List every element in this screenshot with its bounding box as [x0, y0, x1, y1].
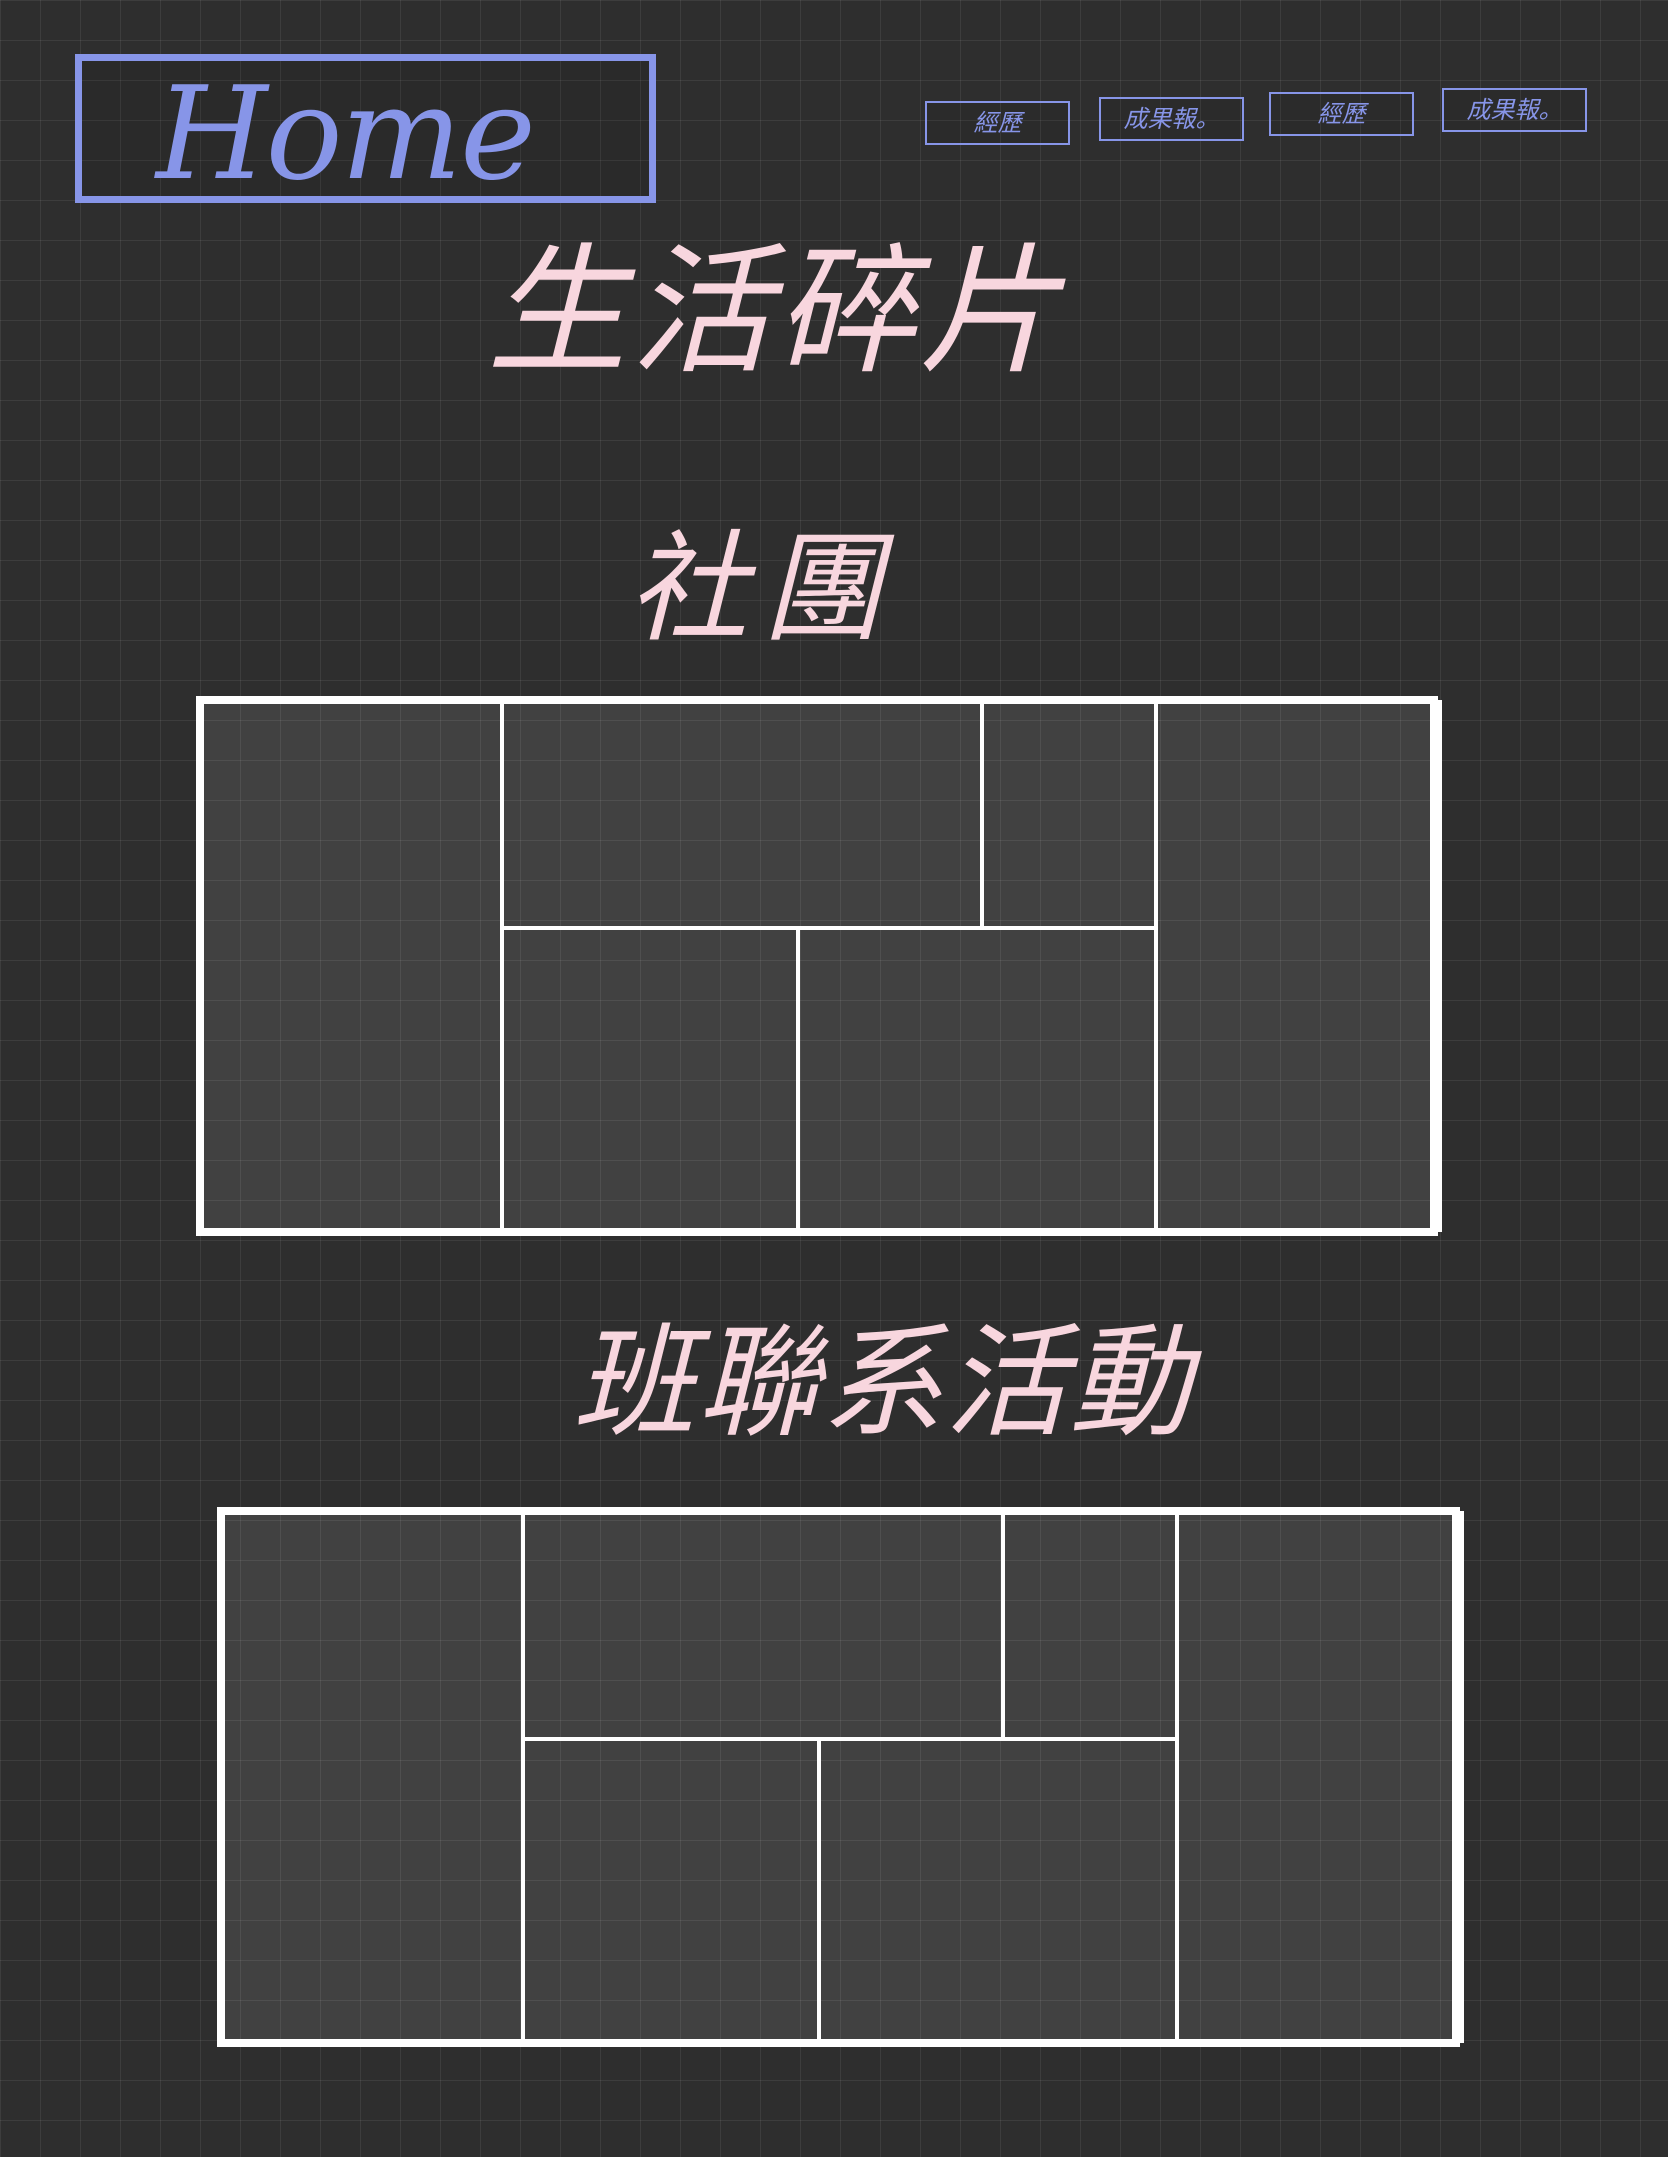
- photo-slot[interactable]: [817, 1737, 1179, 2043]
- club-photo-grid: [196, 696, 1442, 1236]
- photo-slot[interactable]: [521, 1511, 1005, 1741]
- home-button[interactable]: Home: [75, 54, 656, 209]
- tab-results-report-2[interactable]: 成果報。: [1442, 88, 1587, 132]
- class-activity-photo-grid: [217, 1507, 1464, 2047]
- photo-slot[interactable]: [500, 926, 800, 1232]
- photo-slot[interactable]: [521, 1737, 821, 2043]
- tab-experience-1[interactable]: 經歷: [925, 101, 1070, 145]
- photo-slot[interactable]: [980, 700, 1158, 930]
- photo-slot[interactable]: [1175, 1511, 1464, 2043]
- home-label: Home: [156, 60, 536, 209]
- photo-slot[interactable]: [500, 700, 984, 930]
- photo-slot[interactable]: [221, 1511, 525, 2043]
- photo-slot[interactable]: [200, 700, 504, 1232]
- club-section-heading: 社團: [628, 520, 896, 659]
- class-activity-section-heading: 班聯系活動: [573, 1312, 1193, 1454]
- tab-experience-2[interactable]: 經歷: [1269, 92, 1414, 136]
- tab-results-report-1[interactable]: 成果報。: [1099, 97, 1244, 141]
- page-title: 生活碎片: [487, 231, 1064, 394]
- photo-slot[interactable]: [796, 926, 1158, 1232]
- photo-slot[interactable]: [1154, 700, 1442, 1232]
- photo-slot[interactable]: [1001, 1511, 1179, 1741]
